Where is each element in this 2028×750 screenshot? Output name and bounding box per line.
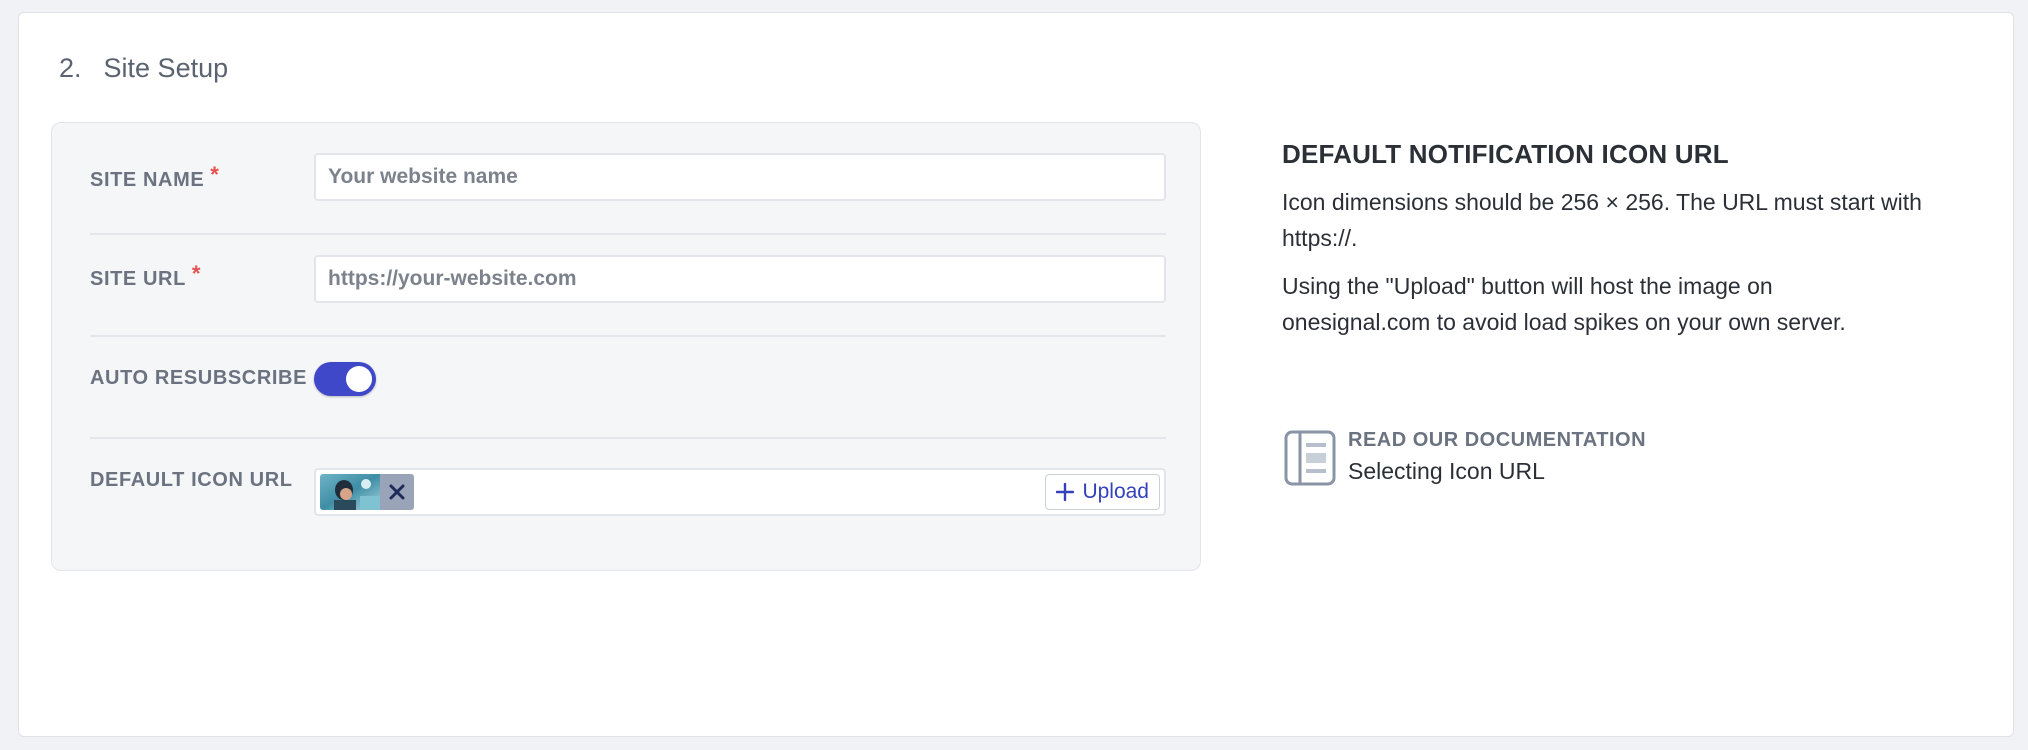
close-icon bbox=[389, 484, 405, 500]
plus-icon bbox=[1056, 483, 1075, 501]
required-marker: * bbox=[210, 162, 220, 187]
help-paragraph-upload: Using the "Upload" button will host the … bbox=[1282, 273, 1846, 335]
site-setup-form: SITE NAME* SITE URL* AUTO RESUBSCRIBE DE… bbox=[51, 122, 1201, 571]
documentation-label: READ OUR DOCUMENTATION bbox=[1348, 429, 1647, 451]
row-divider bbox=[90, 233, 1166, 235]
auto-resubscribe-label: AUTO RESUBSCRIBE bbox=[90, 367, 308, 389]
default-icon-url-field[interactable]: Upload bbox=[314, 468, 1166, 516]
upload-button-label: Upload bbox=[1082, 480, 1149, 503]
book-icon bbox=[1284, 430, 1336, 486]
row-divider bbox=[90, 437, 1166, 439]
help-panel: DEFAULT NOTIFICATION ICON URL Icon dimen… bbox=[1282, 139, 1922, 352]
row-divider bbox=[90, 335, 1166, 337]
upload-button[interactable]: Upload bbox=[1045, 474, 1160, 510]
documentation-text: READ OUR DOCUMENTATION Selecting Icon UR… bbox=[1348, 429, 1646, 487]
help-title: DEFAULT NOTIFICATION ICON URL bbox=[1282, 139, 1729, 169]
site-name-input[interactable] bbox=[314, 153, 1166, 201]
site-url-label: SITE URL * bbox=[90, 261, 202, 290]
default-icon-url-label: DEFAULT ICON URL bbox=[90, 469, 293, 491]
site-url-input[interactable] bbox=[314, 255, 1166, 303]
documentation-link-text[interactable]: Selecting Icon URL bbox=[1348, 458, 1646, 485]
auto-resubscribe-toggle[interactable] bbox=[314, 362, 376, 396]
thumbnail-image bbox=[320, 474, 380, 510]
icon-thumbnail bbox=[320, 474, 380, 510]
section-number: 2. bbox=[59, 53, 82, 83]
site-setup-card: 2. Site Setup SITE NAME* SITE URL* AUTO … bbox=[18, 12, 2014, 737]
site-name-label: SITE NAME * bbox=[90, 162, 220, 191]
required-marker: * bbox=[191, 261, 202, 286]
toggle-knob bbox=[346, 366, 372, 392]
documentation-link[interactable]: READ OUR DOCUMENTATION Selecting Icon UR… bbox=[1282, 429, 1646, 487]
auto-resubscribe-row: AUTO RESUBSCRIBE bbox=[90, 367, 1166, 407]
remove-icon-button[interactable] bbox=[380, 474, 414, 510]
help-paragraph-dimensions: Icon dimensions should be 256 × 256. The… bbox=[1282, 189, 1922, 251]
section-title: 2. Site Setup bbox=[59, 53, 228, 84]
section-title-text: Site Setup bbox=[103, 53, 229, 83]
